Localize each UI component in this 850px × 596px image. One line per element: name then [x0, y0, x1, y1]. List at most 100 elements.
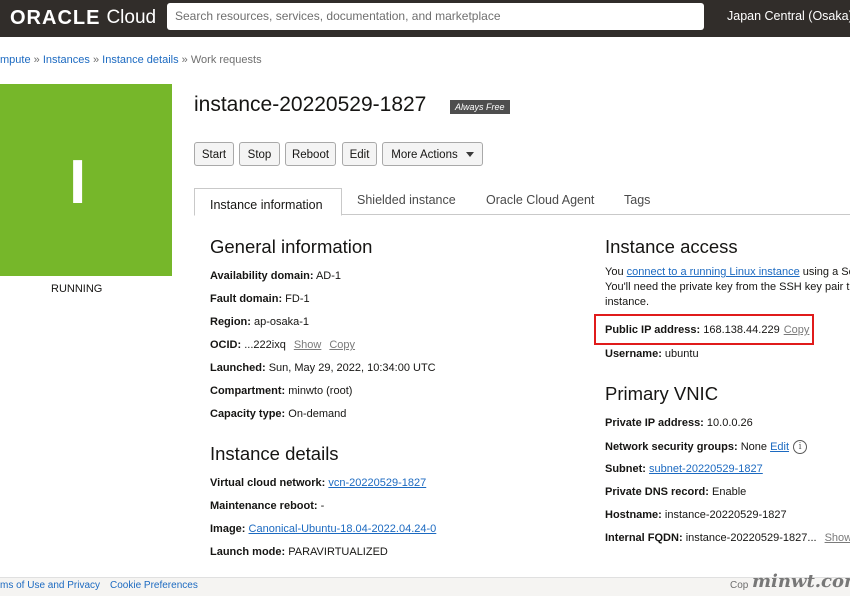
cookie-preferences-link[interactable]: Cookie Preferences — [110, 580, 198, 591]
maintenance-reboot-row: Maintenance reboot: - — [210, 500, 324, 512]
subnet-row: Subnet: subnet-20220529-1827 — [605, 463, 763, 475]
top-bar: ORACLE Cloud Search resources, services,… — [0, 0, 850, 37]
image-row: Image: Canonical-Ubuntu-18.04-2022.04.24… — [210, 523, 436, 535]
breadcrumb-compute[interactable]: mpute — [0, 54, 31, 66]
field-label: Maintenance reboot: — [210, 500, 318, 512]
vcn-row: Virtual cloud network: vcn-20220529-1827 — [210, 477, 426, 489]
more-actions-button[interactable]: More Actions — [382, 142, 483, 166]
access-text: You — [605, 266, 627, 278]
field-label: Hostname: — [605, 509, 662, 521]
general-information-heading: General information — [210, 236, 373, 257]
nsg-row: Network security groups: None Edit i — [605, 440, 808, 454]
logo-brand: ORACLE — [10, 6, 101, 29]
field-label: Subnet: — [605, 463, 646, 475]
access-text: using a Se — [799, 266, 850, 278]
field-value: ubuntu — [664, 348, 699, 360]
field-label: Private IP address: — [605, 417, 704, 429]
field-value: PARAVIRTUALIZED — [288, 546, 388, 558]
access-line-2: You'll need the private key from the SSH… — [605, 281, 850, 293]
subnet-link[interactable]: subnet-20220529-1827 — [649, 463, 763, 475]
field-value: 168.138.44.229 — [703, 324, 780, 336]
private-dns-row: Private DNS record: Enable — [605, 486, 746, 498]
always-free-badge: Always Free — [450, 100, 510, 114]
instance-details-heading: Instance details — [210, 443, 339, 464]
ocid-row: OCID: ...222ixq Show Copy — [210, 339, 355, 351]
watermark-logo: minwt.com — [752, 571, 850, 592]
field-label: Public IP address: — [605, 324, 701, 336]
compartment-row: Compartment: minwto (root) — [210, 385, 352, 397]
vcn-link[interactable]: vcn-20220529-1827 — [328, 477, 426, 489]
page-title: instance-20220529-1827 — [194, 93, 427, 116]
edit-button[interactable]: Edit — [342, 142, 377, 166]
field-value: ...222ixq — [244, 339, 286, 351]
ocid-show-link[interactable]: Show — [294, 339, 322, 351]
capacity-type-row: Capacity type: On-demand — [210, 408, 346, 420]
breadcrumb-separator: » — [181, 54, 188, 66]
field-label: Availability domain: — [210, 270, 314, 282]
field-value: Enable — [712, 486, 747, 498]
field-value: On-demand — [288, 408, 347, 420]
info-icon[interactable]: i — [793, 440, 808, 454]
private-ip-row: Private IP address: 10.0.0.26 — [605, 417, 753, 429]
footer: ms of Use and Privacy Cookie Preferences… — [0, 577, 850, 596]
tab-shielded-instance[interactable]: Shielded instance — [357, 193, 456, 207]
hostname-row: Hostname: instance-20220529-1827 — [605, 509, 787, 521]
field-value: ap-osaka-1 — [254, 316, 310, 328]
field-value: - — [320, 500, 325, 512]
ocid-copy-link[interactable]: Copy — [329, 339, 355, 351]
reboot-button[interactable]: Reboot — [285, 142, 336, 166]
field-label: Capacity type: — [210, 408, 286, 420]
field-label: Virtual cloud network: — [210, 477, 326, 489]
stop-button[interactable]: Stop — [239, 142, 280, 166]
field-value: instance-20220529-1827 — [664, 509, 787, 521]
instance-initial: I — [69, 148, 87, 217]
region-selector[interactable]: Japan Central (Osaka) ⌄ — [727, 0, 850, 33]
field-label: Private DNS record: — [605, 486, 709, 498]
nsg-edit-link[interactable]: Edit — [770, 441, 789, 453]
breadcrumb-separator: » — [33, 54, 40, 66]
field-value: None — [740, 440, 767, 453]
field-label: Launch mode: — [210, 546, 286, 558]
field-label: Internal FQDN: — [605, 532, 683, 544]
ip-copy-link[interactable]: Copy — [784, 324, 810, 336]
region-row: Region: ap-osaka-1 — [210, 316, 309, 328]
more-actions-label: More Actions — [391, 149, 458, 161]
tab-instance-information[interactable]: Instance information — [194, 188, 342, 216]
internal-fqdn-row: Internal FQDN: instance-20220529-1827...… — [605, 532, 850, 544]
availability-domain-row: Availability domain: AD-1 — [210, 270, 341, 282]
primary-vnic-heading: Primary VNIC — [605, 383, 719, 404]
field-label: Image: — [210, 523, 246, 535]
fqdn-show-link[interactable]: Show — [825, 532, 850, 544]
field-label: Network security groups: — [605, 440, 738, 453]
tab-oracle-cloud-agent[interactable]: Oracle Cloud Agent — [486, 193, 594, 207]
fault-domain-row: Fault domain: FD-1 — [210, 293, 310, 305]
breadcrumb-separator: » — [92, 54, 100, 66]
field-label: OCID: — [210, 339, 242, 351]
instance-status-tile: I — [0, 84, 172, 276]
field-value: 10.0.0.26 — [706, 417, 753, 429]
username-row: Username: ubuntu — [605, 348, 699, 360]
field-label: Compartment: — [210, 385, 286, 397]
field-label: Username: — [605, 348, 662, 360]
field-label: Region: — [210, 316, 251, 328]
field-label: Fault domain: — [210, 293, 283, 305]
logo-product: Cloud — [106, 7, 157, 28]
copyright-text: Cop — [730, 580, 749, 591]
connect-instance-link[interactable]: connect to a running Linux instance — [627, 266, 800, 278]
field-value: minwto (root) — [288, 385, 353, 397]
breadcrumb-instance-details[interactable]: Instance details — [102, 54, 178, 66]
search-input[interactable]: Search resources, services, documentatio… — [167, 3, 704, 30]
access-line-1: You connect to a running Linux instance … — [605, 266, 850, 278]
tab-tags[interactable]: Tags — [624, 193, 650, 207]
launched-row: Launched: Sun, May 29, 2022, 10:34:00 UT… — [210, 362, 436, 374]
field-value: AD-1 — [315, 270, 342, 282]
breadcrumb-current: Work requests — [190, 54, 262, 66]
breadcrumb-instances[interactable]: Instances — [43, 54, 90, 66]
field-value: FD-1 — [285, 293, 310, 305]
chevron-down-icon — [465, 152, 474, 158]
image-link[interactable]: Canonical-Ubuntu-18.04-2022.04.24-0 — [249, 523, 437, 535]
oracle-cloud-logo[interactable]: ORACLE Cloud — [10, 6, 156, 30]
instance-status-label: RUNNING — [51, 283, 103, 295]
start-button[interactable]: Start — [194, 142, 234, 166]
terms-link[interactable]: ms of Use and Privacy — [0, 580, 100, 591]
